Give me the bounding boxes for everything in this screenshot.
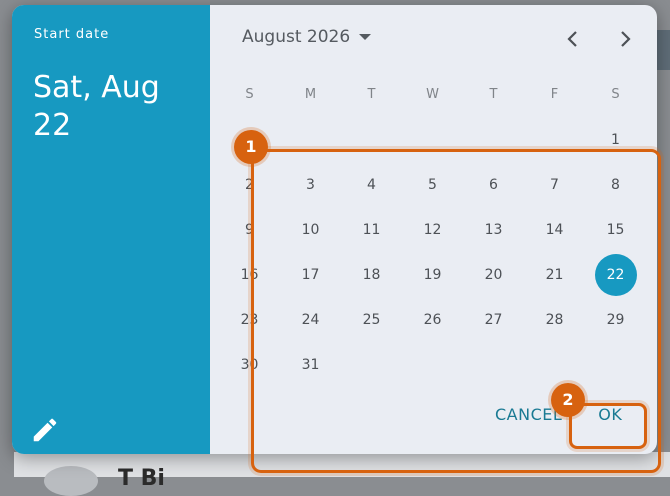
- caret-down-icon: [359, 34, 372, 40]
- chevron-left-icon: [567, 31, 577, 47]
- annotation-badge: 1: [234, 130, 268, 164]
- previous-month-button[interactable]: [561, 27, 585, 51]
- selected-date-display: Sat, Aug 22: [33, 70, 160, 143]
- month-year-label: August 2026: [242, 27, 351, 47]
- weekday-label: W: [426, 87, 439, 102]
- weekday-label: S: [611, 87, 620, 102]
- next-month-button[interactable]: [613, 27, 637, 51]
- background-avatar: [44, 466, 98, 496]
- annotation-badge: 2: [551, 383, 585, 417]
- month-year-selector[interactable]: August 2026: [242, 27, 372, 47]
- weekday-header-row: S M T W T F S: [219, 87, 646, 102]
- background-partial-text: T Bi: [118, 466, 165, 491]
- header-label: Start date: [34, 27, 110, 42]
- date-picker-header: Start date Sat, Aug 22: [12, 5, 210, 454]
- weekday-label: T: [489, 87, 498, 102]
- chevron-right-icon: [621, 31, 631, 47]
- edit-mode-button[interactable]: [30, 415, 60, 445]
- weekday-label: M: [304, 87, 317, 102]
- weekday-label: S: [245, 87, 254, 102]
- pencil-icon: [33, 418, 57, 442]
- background-edge-element: [656, 30, 670, 70]
- weekday-label: T: [367, 87, 376, 102]
- weekday-label: F: [550, 87, 559, 102]
